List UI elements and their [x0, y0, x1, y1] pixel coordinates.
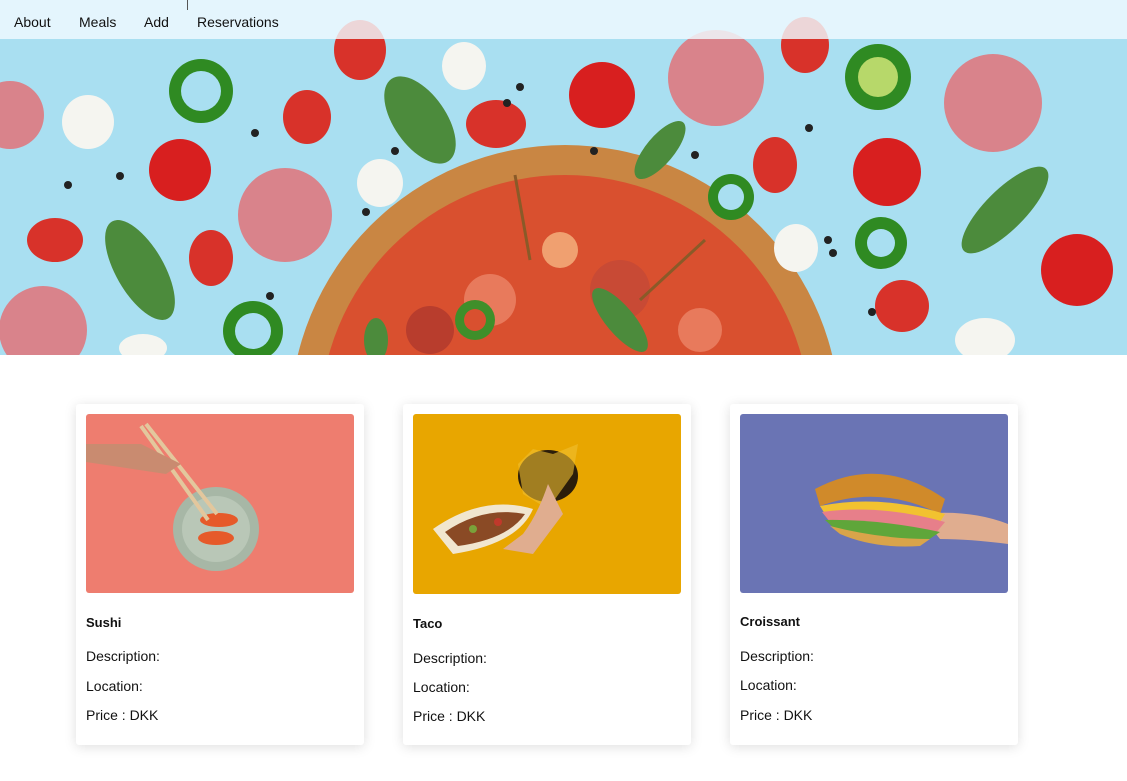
meal-card-sushi[interactable]: Sushi Description: Location: Price : DKK — [76, 404, 364, 745]
nav-reservations-link[interactable]: Reservations — [197, 14, 279, 30]
nav-about-link[interactable]: About — [14, 14, 51, 30]
meal-description-label: Description: — [86, 648, 160, 664]
meal-location-label: Location: — [413, 679, 470, 695]
meal-location-label: Location: — [740, 677, 797, 693]
top-navigation: About Meals Add Reservations — [0, 0, 1127, 39]
meal-price-label: Price : DKK — [413, 708, 486, 724]
meal-title: Taco — [413, 616, 443, 631]
meal-price-label: Price : DKK — [86, 707, 159, 723]
sushi-photo — [86, 414, 354, 593]
taco-photo — [413, 414, 681, 594]
meal-price-label: Price : DKK — [740, 707, 813, 723]
meal-title: Croissant — [740, 614, 800, 629]
meal-card-croissant[interactable]: Croissant Description: Location: Price :… — [730, 404, 1018, 745]
nav-meals-link[interactable]: Meals — [79, 14, 116, 30]
meal-location-label: Location: — [86, 678, 143, 694]
nav-add-link[interactable]: Add — [144, 14, 169, 30]
hero-banner — [0, 0, 1127, 355]
croissant-photo — [740, 414, 1008, 593]
meal-title: Sushi — [86, 615, 122, 630]
meal-card-taco[interactable]: Taco Description: Location: Price : DKK — [403, 404, 691, 745]
pizza-hero-image — [0, 0, 1127, 355]
meal-description-label: Description: — [740, 648, 814, 664]
meal-description-label: Description: — [413, 650, 487, 666]
text-cursor — [187, 0, 188, 10]
